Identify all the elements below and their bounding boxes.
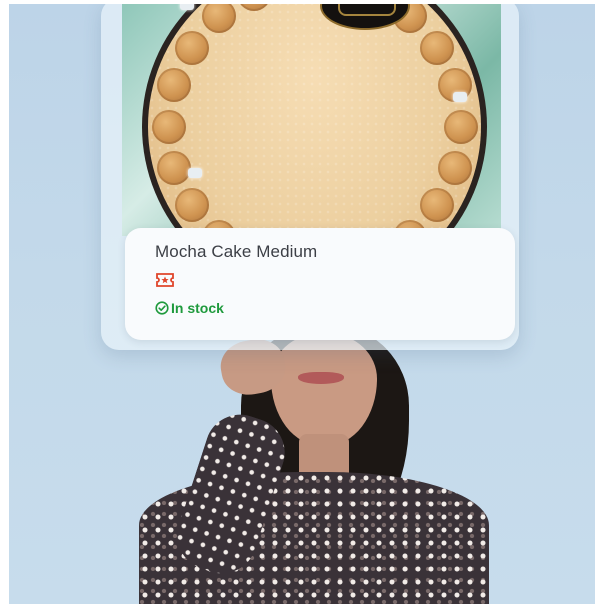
video-frame: Mocha Cake Medium In stock (9, 4, 595, 604)
cake-rosette (157, 150, 192, 185)
cake-decoration (453, 92, 467, 102)
product-name[interactable]: Mocha Cake Medium (155, 242, 317, 262)
ticket-icon (156, 273, 174, 287)
product-image[interactable] (122, 4, 501, 236)
cake-image (142, 4, 487, 236)
check-circle-icon (155, 301, 169, 315)
cake-rosette (151, 109, 186, 144)
cake-rosette (420, 30, 455, 65)
cake-rosette (157, 68, 192, 103)
stock-status: In stock (155, 300, 224, 316)
cake-top (148, 4, 481, 236)
cake-rosette (437, 150, 472, 185)
cake-rosette (174, 188, 209, 223)
stock-label: In stock (171, 300, 224, 316)
cake-rosette (174, 30, 209, 65)
cake-rosette (420, 188, 455, 223)
cake-decoration (188, 168, 202, 178)
presenter-lips (298, 372, 344, 384)
cake-rosette (443, 109, 478, 144)
cake-rosette (201, 4, 236, 34)
cake-rosette (236, 4, 271, 11)
cake-decoration (180, 4, 194, 10)
product-info[interactable]: Mocha Cake Medium In stock (125, 228, 515, 340)
